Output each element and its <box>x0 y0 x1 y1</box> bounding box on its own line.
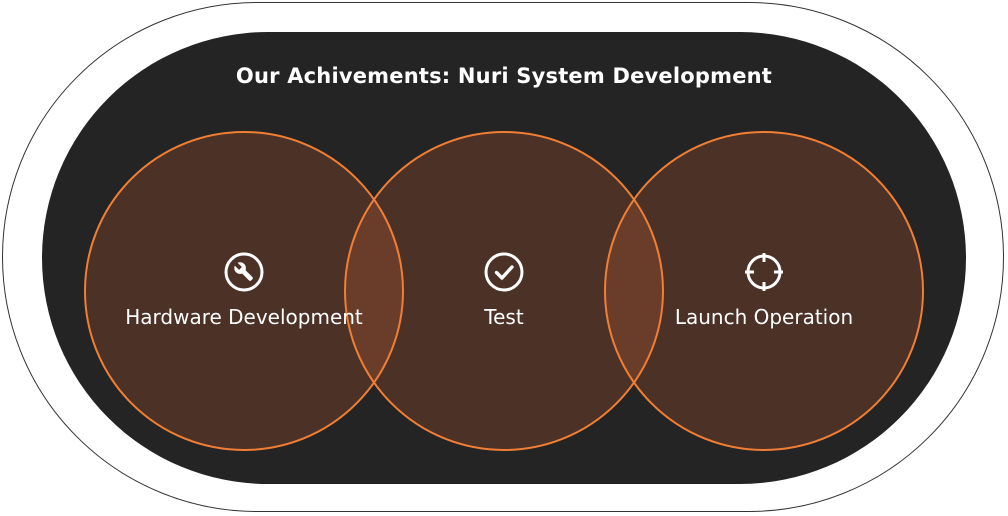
crosshair-icon <box>745 253 783 291</box>
checkmark-icon <box>484 252 524 292</box>
stage-launch-operation: Launch Operation <box>644 252 884 329</box>
stage-label: Launch Operation <box>674 305 854 329</box>
stage-hardware-development: Hardware Development <box>124 252 364 329</box>
page-title: Our Achivements: Nuri System Development <box>235 64 773 88</box>
stage-label: Test <box>484 305 524 329</box>
stage-test: Test <box>384 252 624 329</box>
wrench-icon <box>224 252 264 292</box>
stage-label: Hardware Development <box>125 305 363 329</box>
